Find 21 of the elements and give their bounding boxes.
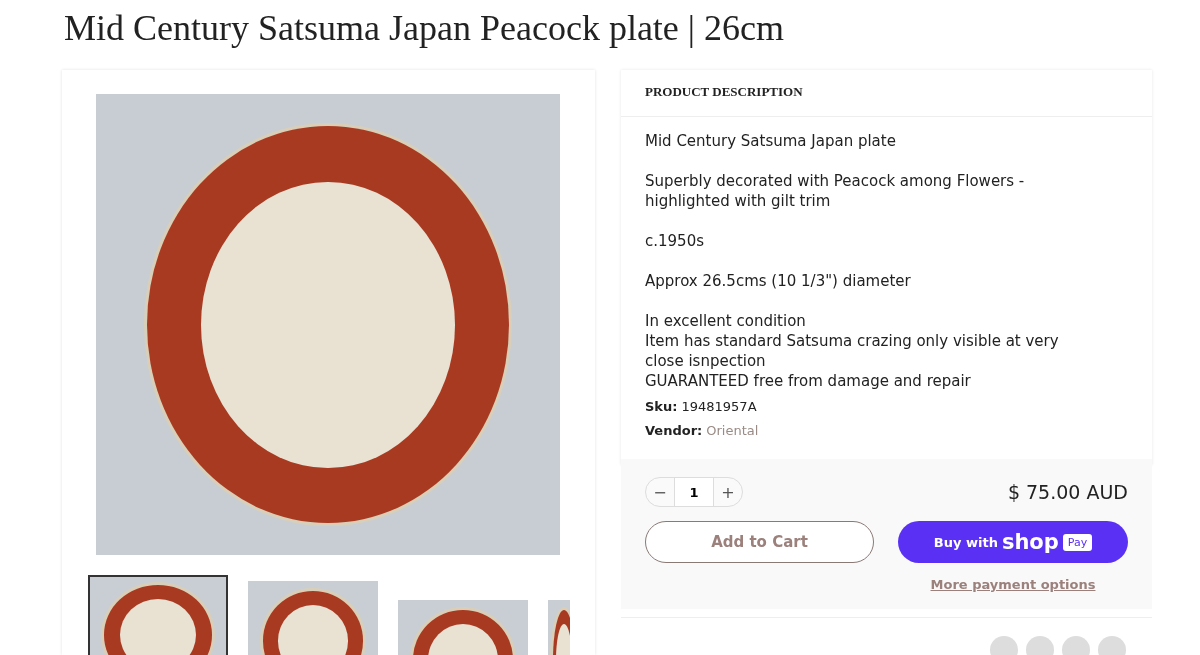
description-text: c.1950s [645,231,705,251]
description-text: Mid Century Satsuma Japan plate [645,131,897,151]
section-heading: PRODUCT DESCRIPTION [621,70,1152,117]
meta-label: Vendor: [645,423,703,438]
increase-button[interactable]: + [714,478,742,506]
product-title: Mid Century Satsuma Japan Peacock plate | 26cm [63,7,786,50]
price: $ 75.00 AUD [1007,481,1128,503]
meta-value: 19481957A [681,399,757,414]
decrease-button[interactable]: − [646,478,674,506]
thumbnail-photo[interactable] [88,575,228,655]
more-payment-link[interactable]: More payment options [930,577,1096,592]
buy-now-button[interactable]: Buy with shop Pay [898,521,1128,563]
thumbnail-photo[interactable] [248,581,378,655]
description-text: GUARANTEED free from damage and repair [645,371,972,391]
description-text: Superbly decorated with Peacock among Flowers - highlighted with gilt trim [645,171,1026,211]
description-text: Approx 26.5cms (10 1/3") diameter [645,271,912,291]
add-to-cart-button[interactable]: Add to Cart [645,521,874,563]
meta-label: Sku: [645,399,678,414]
description-text: In excellent condition [645,311,807,331]
quantity-field[interactable]: 1 [674,478,714,506]
description-text: Item has standard Satsuma crazing only visible at very close isnpection [645,331,1060,371]
